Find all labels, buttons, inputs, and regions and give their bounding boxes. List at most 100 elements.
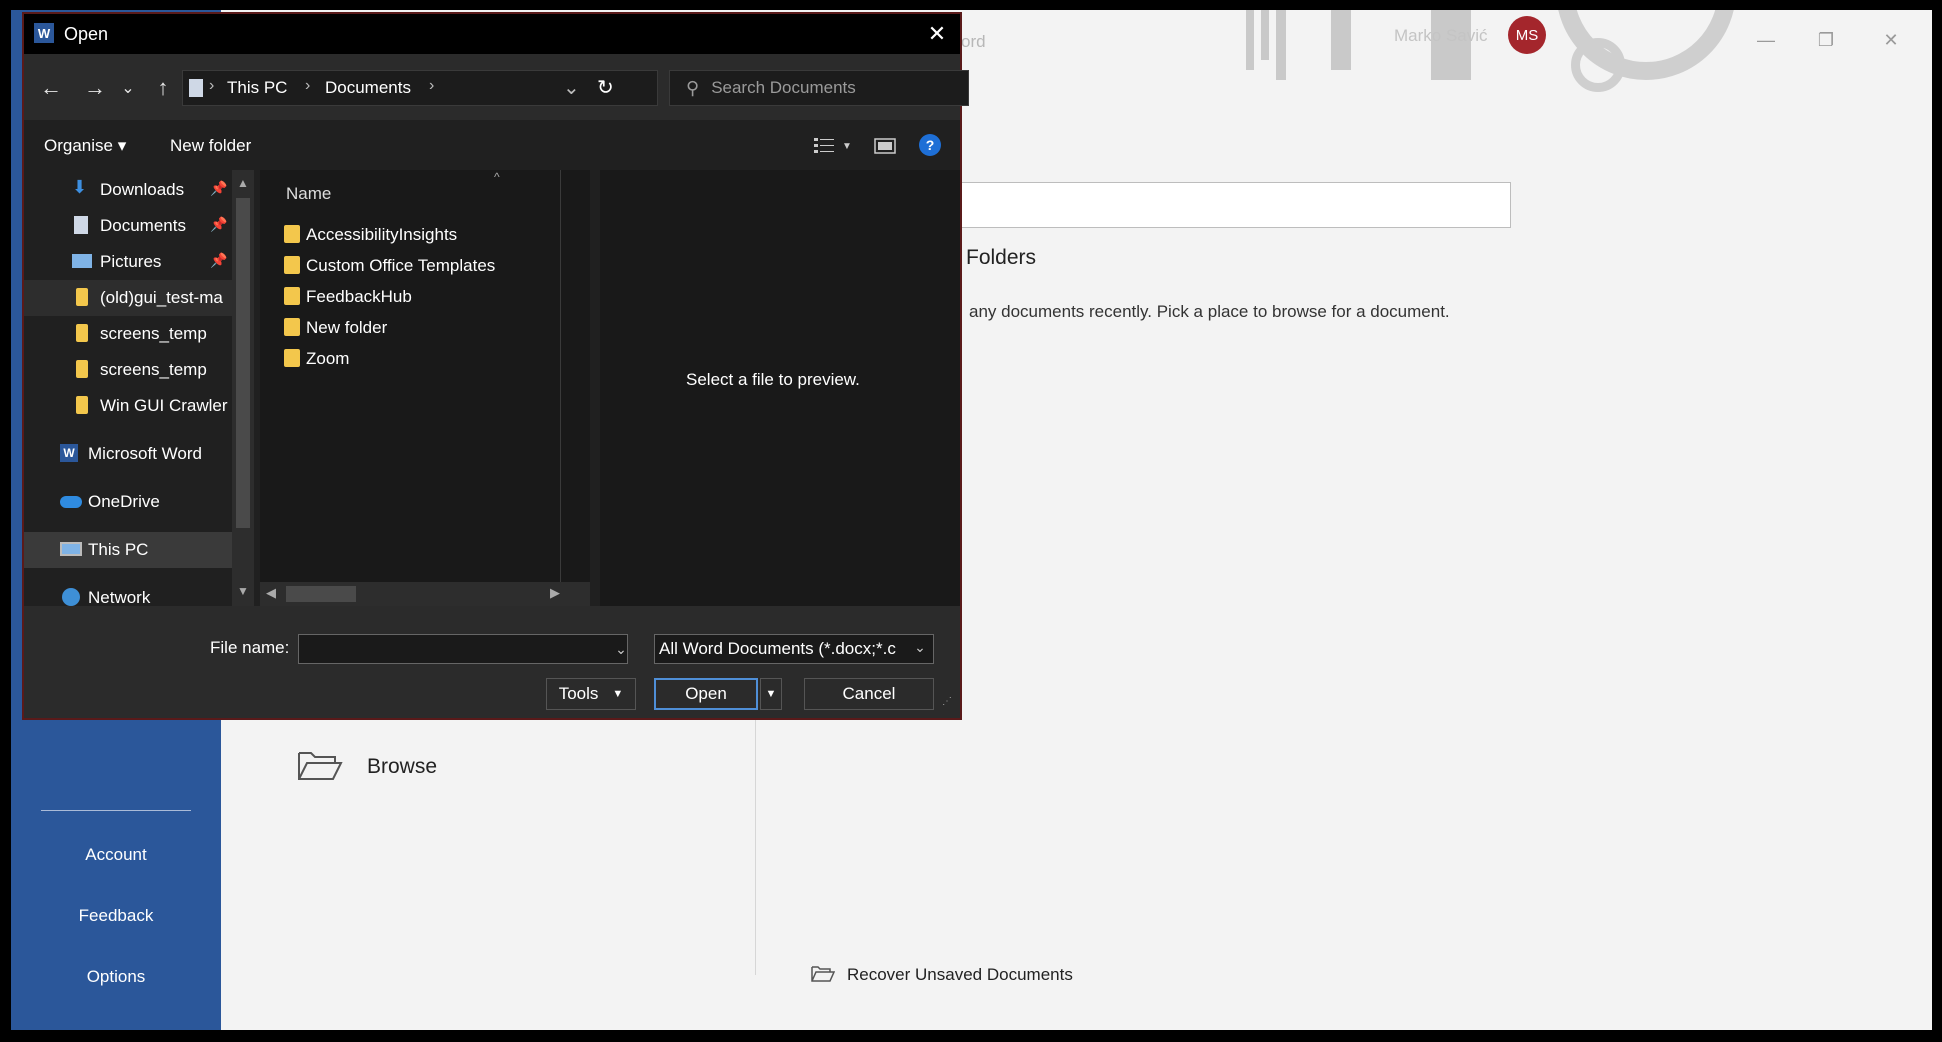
download-icon: ⬇ [72, 177, 88, 197]
nav-item-folder[interactable]: (old)gui_test-ma [24, 280, 234, 316]
pictures-icon [72, 254, 92, 268]
scrollbar[interactable]: ▲ ▼ [232, 170, 254, 606]
horizontal-scrollbar[interactable]: ◀ ▶ [260, 582, 590, 606]
close-icon[interactable]: ✕ [1876, 25, 1906, 55]
dropdown-icon: ▼ [612, 688, 624, 700]
decor-stripe [1331, 10, 1351, 70]
empty-recent-message: any documents recently. Pick a place to … [969, 302, 1450, 321]
refresh-button[interactable]: ↻ [597, 75, 614, 100]
scroll-thumb[interactable] [236, 198, 250, 528]
nav-item-label: Win GUI Crawler [100, 396, 228, 415]
sort-ascending-icon: ^ [494, 170, 500, 184]
nav-item-label: Documents [100, 216, 186, 235]
nav-item-label: Network [88, 588, 151, 606]
options-button[interactable]: Options [11, 948, 221, 1006]
nav-item-label: screens_temp [100, 360, 207, 379]
account-button[interactable]: Account [11, 826, 221, 884]
file-name: New folder [306, 318, 388, 337]
scroll-thumb[interactable] [286, 586, 356, 602]
folder-open-icon [297, 747, 343, 787]
folder-icon [284, 287, 300, 305]
avatar[interactable]: MS [1508, 16, 1546, 54]
file-type-label: All Word Documents (*.docx;*.c [659, 639, 896, 658]
preview-pane-button[interactable] [872, 132, 898, 160]
nav-item-label: This PC [88, 540, 149, 559]
help-button[interactable]: ? [919, 134, 941, 156]
organise-button[interactable]: Organise ▾ [44, 132, 126, 160]
nav-item-downloads[interactable]: ⬇ Downloads 📌 [24, 172, 234, 208]
browse-button[interactable]: Browse [283, 735, 753, 799]
nav-item-network[interactable]: Network [24, 580, 234, 606]
resize-grip-icon[interactable]: ⋰ [942, 696, 958, 712]
forward-button[interactable]: → [78, 72, 112, 104]
restore-icon[interactable]: ❐ [1811, 25, 1841, 55]
nav-item-label: screens_temp [100, 324, 207, 343]
nav-item-folder[interactable]: screens_temp [24, 352, 234, 388]
recent-locations-button[interactable]: ⌄ [118, 72, 138, 104]
breadcrumb-documents[interactable]: Documents [325, 78, 411, 98]
up-button[interactable]: ↑ [146, 72, 180, 104]
scroll-down-icon[interactable]: ▼ [237, 584, 249, 598]
search-icon: ⚲ [686, 77, 700, 98]
nav-item-microsoft-word[interactable]: W Microsoft Word [24, 436, 234, 472]
file-name-label: File name: [210, 638, 290, 657]
folder-icon [76, 360, 88, 378]
file-name-input[interactable] [298, 634, 628, 664]
folder-icon [284, 349, 300, 367]
file-name: FeedbackHub [306, 287, 412, 306]
view-options-dropdown-icon[interactable]: ▼ [840, 132, 854, 160]
back-button[interactable]: ← [34, 72, 68, 104]
documents-icon [74, 216, 88, 234]
recover-label: Recover Unsaved Documents [847, 965, 1073, 984]
folder-open-icon [811, 964, 836, 987]
decor-stripe [1246, 10, 1254, 70]
address-dropdown-button[interactable]: ⌄ [563, 75, 580, 100]
file-name-dropdown-icon[interactable]: ⌄ [608, 634, 634, 664]
open-dialog: W Open ✕ ← → ⌄ ↑ › This PC › Documents ›… [22, 12, 969, 720]
nav-item-label: Pictures [100, 252, 162, 271]
nav-item-folder[interactable]: Win GUI Crawler [24, 388, 234, 424]
close-button[interactable]: ✕ [914, 14, 960, 54]
list-view-icon [814, 138, 834, 153]
change-view-button[interactable] [812, 132, 836, 160]
feedback-button[interactable]: Feedback [11, 887, 221, 945]
file-name: AccessibilityInsights [306, 225, 458, 244]
dialog-titlebar: W Open ✕ [24, 14, 960, 54]
folders-heading: Folders [966, 246, 1037, 269]
user-name: Marko Savić [1394, 26, 1488, 45]
nav-item-this-pc[interactable]: This PC [24, 532, 234, 568]
file-type-filter[interactable]: All Word Documents (*.docx;*.c ⌄ [654, 634, 934, 664]
tools-button[interactable]: Tools ▼ [546, 678, 636, 710]
minimize-icon[interactable]: — [1751, 25, 1781, 55]
nav-item-label: (old)gui_test-ma [100, 288, 223, 307]
browse-label: Browse [367, 755, 438, 778]
nav-item-folder[interactable]: screens_temp [24, 316, 234, 352]
open-button[interactable]: Open [654, 678, 758, 710]
folder-icon [284, 225, 300, 243]
computer-icon [60, 542, 82, 556]
chevron-down-icon: ⌄ [914, 639, 926, 655]
scroll-left-icon[interactable]: ◀ [266, 585, 276, 601]
column-header-name[interactable]: Name ^ [260, 170, 590, 214]
nav-item-label: Downloads [100, 180, 185, 199]
scroll-up-icon[interactable]: ▲ [237, 176, 249, 190]
decor-circle [1571, 38, 1625, 92]
pin-icon: 📌 [210, 180, 228, 196]
address-bar[interactable]: › This PC › Documents › ⌄ ↻ [182, 70, 658, 106]
scroll-right-icon[interactable]: ▶ [550, 585, 560, 601]
nav-item-pictures[interactable]: Pictures 📌 [24, 244, 234, 280]
documents-icon [189, 79, 203, 97]
nav-item-onedrive[interactable]: OneDrive [24, 484, 234, 520]
cancel-button[interactable]: Cancel [804, 678, 934, 710]
new-folder-button[interactable]: New folder [170, 132, 251, 160]
preview-pane: Select a file to preview. [600, 170, 960, 606]
search-input[interactable]: ⚲ Search Documents [669, 70, 969, 106]
open-options-dropdown-icon[interactable]: ▼ [760, 678, 782, 710]
onedrive-icon [60, 496, 82, 508]
breadcrumb-this-pc[interactable]: This PC [227, 78, 287, 98]
divider [41, 810, 191, 811]
recover-unsaved-button[interactable]: Recover Unsaved Documents [801, 955, 1871, 995]
folder-icon [284, 318, 300, 336]
nav-item-documents[interactable]: Documents 📌 [24, 208, 234, 244]
search-input[interactable] [961, 182, 1511, 228]
